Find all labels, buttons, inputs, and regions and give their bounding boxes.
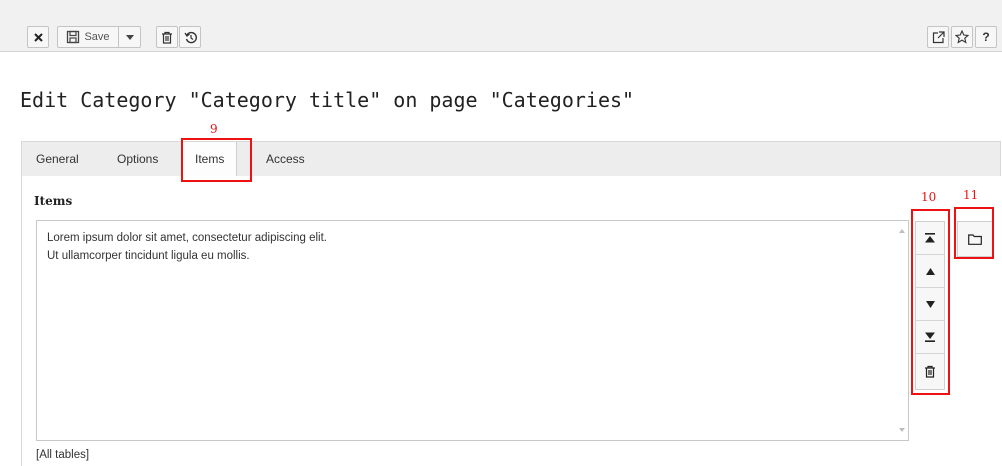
annotation-number: 11 xyxy=(963,188,979,202)
move-down-button[interactable] xyxy=(916,288,944,321)
scroll-down-arrow[interactable] xyxy=(899,428,905,432)
close-icon xyxy=(33,32,43,42)
save-options-button[interactable] xyxy=(119,26,141,48)
save-icon xyxy=(67,30,80,44)
annotation-number: 10 xyxy=(921,190,937,204)
help-icon: ? xyxy=(982,30,990,44)
save-button[interactable]: Save xyxy=(57,26,119,48)
tab-bar: General Options Items Access xyxy=(21,141,1001,178)
tab-access[interactable]: Access xyxy=(254,142,317,177)
history-button[interactable] xyxy=(179,26,201,48)
tab-access-label: Access xyxy=(266,152,305,166)
trash-icon xyxy=(162,31,172,44)
move-to-top-icon xyxy=(925,233,935,243)
tab-general[interactable]: General xyxy=(24,142,91,177)
open-new-window-icon xyxy=(932,30,945,43)
move-up-icon xyxy=(925,267,935,275)
item-controls xyxy=(915,221,945,390)
scroll-up-arrow[interactable] xyxy=(899,229,905,233)
remove-item-button[interactable] xyxy=(916,354,944,389)
tab-items-label: Items xyxy=(195,152,225,166)
annotation-number: 9 xyxy=(210,122,218,136)
delete-icon xyxy=(925,365,935,378)
folder-icon xyxy=(968,233,982,245)
help-button[interactable]: ? xyxy=(975,26,997,48)
browse-records-button[interactable] xyxy=(957,221,993,257)
move-to-top-button[interactable] xyxy=(916,222,944,255)
tab-options-label: Options xyxy=(117,152,159,166)
move-up-button[interactable] xyxy=(916,255,944,288)
move-to-bottom-button[interactable] xyxy=(916,321,944,354)
page-title: Edit Category "Category title" on page "… xyxy=(20,88,635,112)
items-select-list[interactable]: Lorem ipsum dolor sit amet, consectetur … xyxy=(36,220,909,441)
tab-options[interactable]: Options xyxy=(105,142,170,177)
save-button-label: Save xyxy=(84,31,110,43)
close-button[interactable] xyxy=(27,26,49,48)
move-down-icon xyxy=(925,300,935,308)
list-item[interactable]: Lorem ipsum dolor sit amet, consectetur … xyxy=(47,229,898,247)
move-to-bottom-icon xyxy=(925,332,935,342)
save-button-group: Save xyxy=(57,26,141,48)
list-item[interactable]: Ut ullamcorper tincidunt ligula eu molli… xyxy=(47,247,898,265)
allowed-tables-label: [All tables] xyxy=(36,449,90,461)
open-new-window-button[interactable] xyxy=(927,26,949,48)
delete-button[interactable] xyxy=(156,26,178,48)
tab-items[interactable]: Items xyxy=(182,142,238,178)
doc-header-toolbar: Save ? xyxy=(0,0,1002,52)
history-icon xyxy=(183,31,197,43)
star-icon xyxy=(955,30,969,44)
tab-general-label: General xyxy=(36,152,79,166)
chevron-down-icon xyxy=(125,34,134,40)
bookmark-button[interactable] xyxy=(951,26,973,48)
items-field-label: Items xyxy=(34,194,73,208)
